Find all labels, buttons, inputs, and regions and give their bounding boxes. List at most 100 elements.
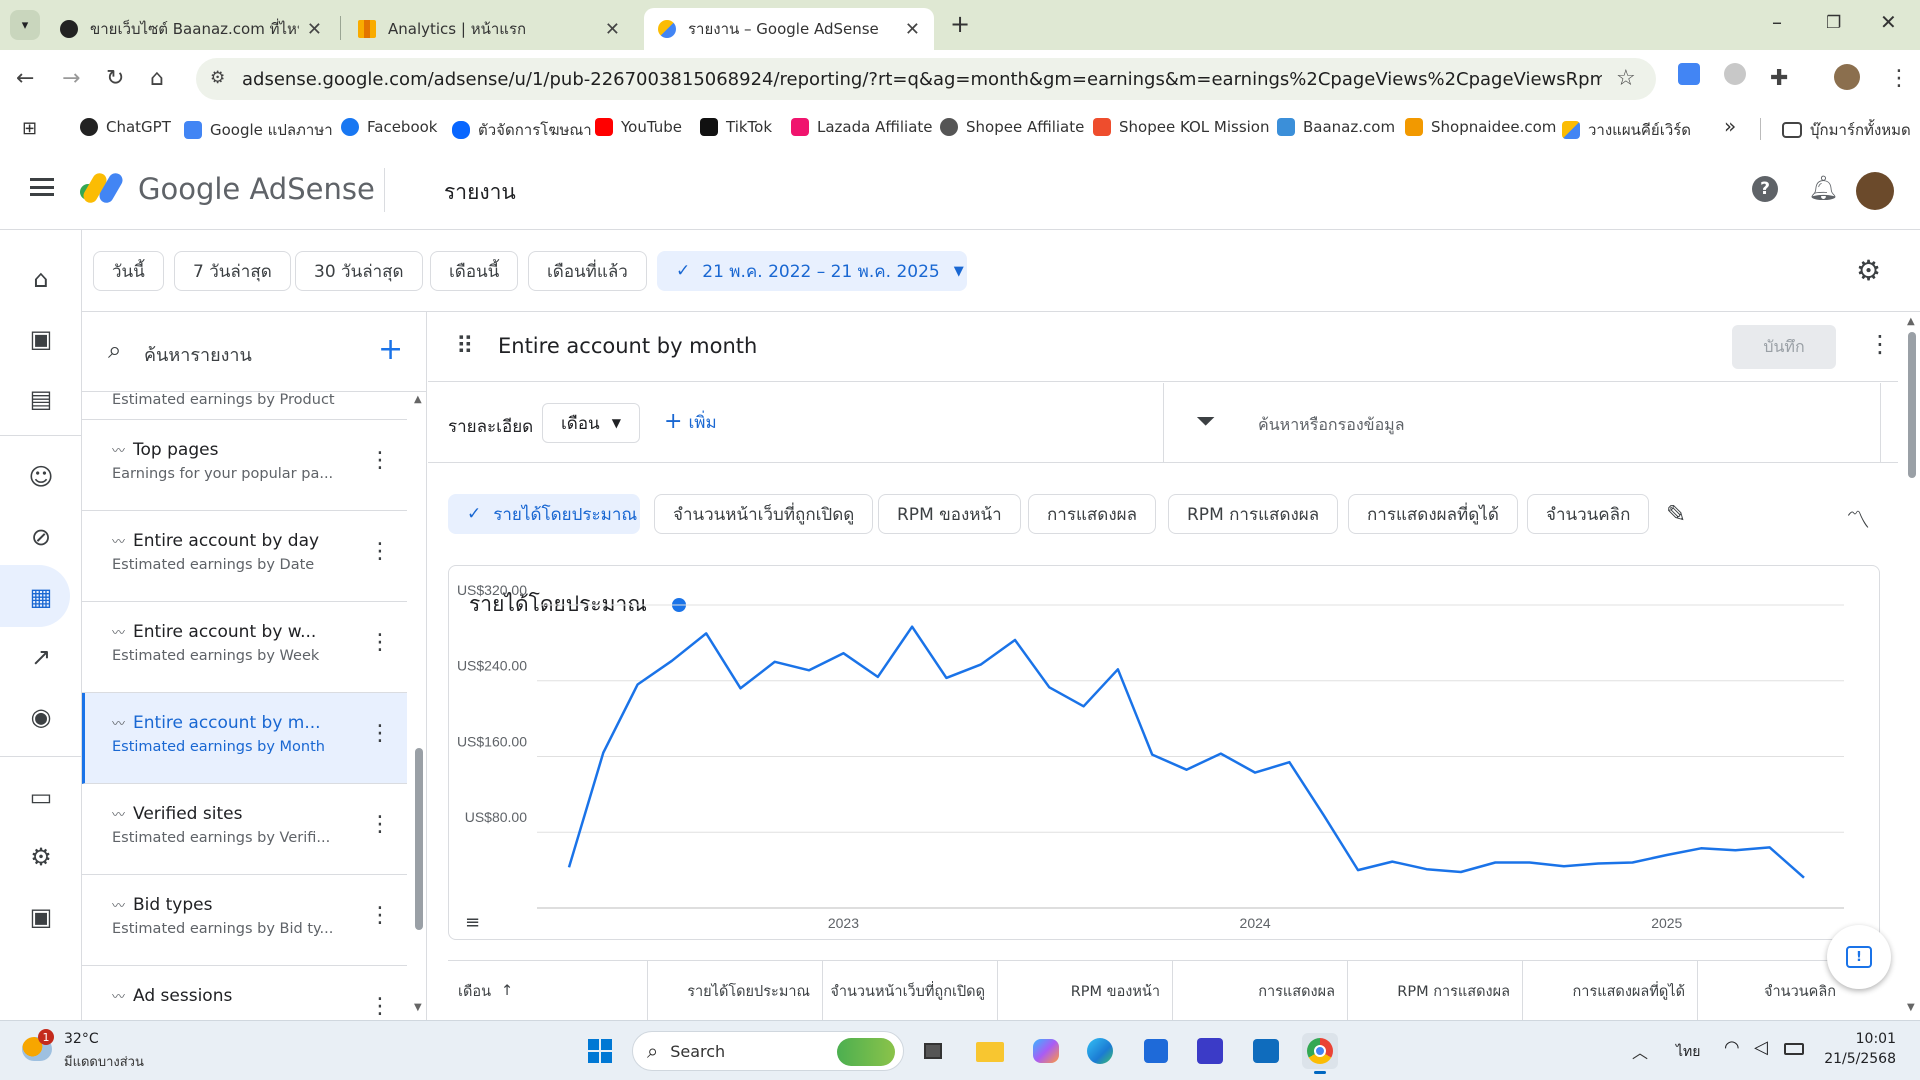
microsoft-store-icon[interactable] [1138, 1033, 1174, 1069]
chart-type-trend-icon[interactable]: 〽 [1846, 500, 1870, 535]
scroll-down-arrow-icon[interactable]: ▼ [1907, 1002, 1915, 1013]
back-arrow-icon[interactable]: ← [16, 66, 34, 91]
column-header-page-views[interactable]: จำนวนหน้าเว็บที่ถูกเปิดดู [823, 961, 998, 1021]
scroll-down-arrow-icon[interactable]: ▼ [414, 1002, 422, 1013]
hamburger-menu-icon[interactable] [30, 178, 54, 196]
more-options-icon[interactable]: ⋮ [369, 630, 391, 655]
report-item-top-pages[interactable]: 〰 Top pages Earnings for your popular pa.… [82, 420, 407, 511]
bookmark-tiktok[interactable]: TikTok [700, 118, 772, 136]
volume-icon[interactable]: ◁ [1754, 1037, 1768, 1058]
sites-nav-icon[interactable]: ▣ [26, 324, 56, 354]
bookmark-ads-manager[interactable]: ตัวจัดการโฆษณา [452, 118, 592, 142]
bookmark-lazada[interactable]: Lazada Affiliate [791, 118, 933, 136]
site-info-icon[interactable]: ⚙ [210, 68, 225, 88]
app-icon[interactable] [1192, 1033, 1228, 1069]
dimension-grid-icon[interactable]: ⠿ [456, 332, 474, 360]
battery-icon[interactable] [1784, 1043, 1804, 1055]
scroll-up-arrow-icon[interactable]: ▲ [414, 394, 422, 405]
report-item-by-month[interactable]: 〰 Entire account by m... Estimated earnin… [82, 693, 407, 784]
more-options-icon[interactable]: ⋮ [369, 448, 391, 473]
column-header-impressions[interactable]: การแสดงผล [1173, 961, 1348, 1021]
reports-scrollbar[interactable]: ▲ ▼ [412, 392, 426, 1020]
column-header-clicks[interactable]: จำนวนคลิก [1698, 961, 1848, 1021]
scrollbar-thumb[interactable] [415, 748, 423, 930]
extensions-puzzle-icon[interactable]: ✚ [1770, 66, 1788, 91]
taskbar-search[interactable]: ⌕ Search [632, 1031, 904, 1071]
column-header-earnings[interactable]: รายได้โดยประมาณ [648, 961, 823, 1021]
dimension-dropdown[interactable]: เดือน ▼ [542, 403, 640, 443]
more-options-icon[interactable]: ⋮ [369, 539, 391, 564]
close-tab-icon[interactable]: ✕ [605, 19, 620, 40]
ads-nav-icon[interactable]: ▤ [26, 384, 56, 414]
filter-input[interactable]: ค้นหาหรือกรองข้อมูล [1258, 413, 1405, 438]
date-chip-7-days[interactable]: 7 วันล่าสุด [174, 251, 291, 291]
input-language[interactable]: ไทย [1676, 1041, 1700, 1063]
notifications-bell-icon[interactable]: 🔔︎ [1808, 174, 1838, 202]
clock-time[interactable]: 10:01 [1836, 1031, 1896, 1047]
more-options-icon[interactable]: ⋮ [369, 994, 391, 1019]
metric-pill-estimated-earnings[interactable]: ✓ รายได้โดยประมาณ [448, 494, 640, 534]
column-header-impression-rpm[interactable]: RPM การแสดงผล [1348, 961, 1523, 1021]
metric-pill-impression-rpm[interactable]: RPM การแสดงผล [1168, 494, 1339, 534]
all-bookmarks-folder[interactable]: บุ๊กมาร์กทั้งหมด [1782, 118, 1911, 142]
help-icon[interactable]: ? [1752, 176, 1778, 202]
bookmark-star-icon[interactable]: ☆ [1616, 66, 1636, 91]
bookmark-baanaz[interactable]: Baanaz.com [1277, 118, 1395, 136]
forward-arrow-icon[interactable]: → [62, 66, 80, 91]
wifi-icon[interactable]: ◠ [1724, 1037, 1740, 1058]
restore-window-icon[interactable]: ❐ [1826, 13, 1841, 33]
add-report-icon[interactable]: + [378, 332, 403, 367]
more-options-icon[interactable]: ⋮ [369, 903, 391, 928]
bookmark-google-translate[interactable]: Google แปลภาษา [184, 118, 333, 142]
feedback-fab[interactable]: ! [1827, 925, 1891, 989]
browser-menu-icon[interactable]: ⋮ [1888, 66, 1910, 91]
bookmark-chatgpt[interactable]: ChatGPT [80, 118, 171, 136]
brand-safety-nav-icon[interactable]: ⊘ [26, 522, 56, 552]
clock-date[interactable]: 21/5/2568 [1812, 1051, 1896, 1067]
report-item-verified-sites[interactable]: 〰 Verified sites Estimated earnings by Ve… [82, 784, 407, 875]
metric-pill-page-rpm[interactable]: RPM ของหน้า [878, 494, 1021, 534]
report-item-by-day[interactable]: 〰 Entire account by day Estimated earning… [82, 511, 407, 602]
home-icon[interactable]: ⌂ [150, 66, 164, 91]
payments-nav-icon[interactable]: ▭ [26, 782, 56, 812]
new-tab-button[interactable]: + [950, 10, 970, 38]
apps-grid-icon[interactable]: ⊞ [22, 118, 37, 139]
bookmark-shopnaidee[interactable]: Shopnaidee.com [1405, 118, 1556, 136]
copilot-icon[interactable] [1028, 1033, 1064, 1069]
chrome-icon[interactable] [1302, 1033, 1338, 1074]
edge-browser-icon[interactable] [1082, 1033, 1118, 1069]
account-avatar[interactable] [1856, 172, 1894, 210]
browser-tab-analytics[interactable]: Analytics | หน้าแรก ✕ [344, 8, 634, 50]
minimize-window-icon[interactable]: – [1772, 10, 1782, 34]
settings-nav-icon[interactable]: ⚙ [26, 842, 56, 872]
scrollbar-thumb[interactable] [1908, 332, 1916, 478]
task-view-icon[interactable] [916, 1033, 952, 1069]
reports-search-bar[interactable]: ⌕ ค้นหารายงาน + [82, 312, 426, 392]
bookmark-youtube[interactable]: YouTube [595, 118, 682, 136]
date-chip-today[interactable]: วันนี้ [93, 251, 164, 291]
metric-pill-viewable-impressions[interactable]: การแสดงผลที่ดูได้ [1348, 494, 1518, 534]
translate-extension-icon[interactable] [1678, 63, 1700, 85]
report-item-by-week[interactable]: 〰 Entire account by w... Estimated earnin… [82, 602, 407, 693]
bookmark-keyword-planner[interactable]: วางแผนคีย์เวิร์ด [1562, 118, 1691, 142]
extension-icon[interactable] [1724, 63, 1746, 85]
browser-tab-adsense[interactable]: รายงาน – Google AdSense ✕ [644, 8, 934, 50]
filter-funnel-icon[interactable]: ⏷ [1196, 407, 1215, 435]
report-item-ad-sessions[interactable]: 〰 Ad sessions ⋮ [82, 966, 407, 1020]
optimization-nav-icon[interactable]: ↗ [26, 642, 56, 672]
add-dimension-button[interactable]: + เพิ่ม [664, 409, 717, 436]
report-item-bid-types[interactable]: 〰 Bid types Estimated earnings by Bid ty.… [82, 875, 407, 966]
column-header-month[interactable]: เดือน ↑ [448, 961, 648, 1021]
tab-search-button[interactable]: ▾ [10, 10, 40, 40]
save-report-button[interactable]: บันทึก [1732, 325, 1836, 369]
close-tab-icon[interactable]: ✕ [905, 19, 920, 40]
reload-icon[interactable]: ↻ [106, 66, 124, 91]
date-chip-this-month[interactable]: เดือนนี้ [430, 251, 519, 291]
outlook-icon[interactable] [1248, 1033, 1284, 1069]
metric-pill-clicks[interactable]: จำนวนคลิก [1527, 494, 1650, 534]
profile-avatar[interactable] [1834, 64, 1860, 90]
column-header-viewable[interactable]: การแสดงผลที่ดูได้ [1523, 961, 1698, 1021]
more-options-icon[interactable]: ⋮ [369, 721, 391, 746]
bookmark-facebook[interactable]: Facebook [341, 118, 437, 136]
bookmark-shopee-kol[interactable]: Shopee KOL Mission [1093, 118, 1270, 136]
